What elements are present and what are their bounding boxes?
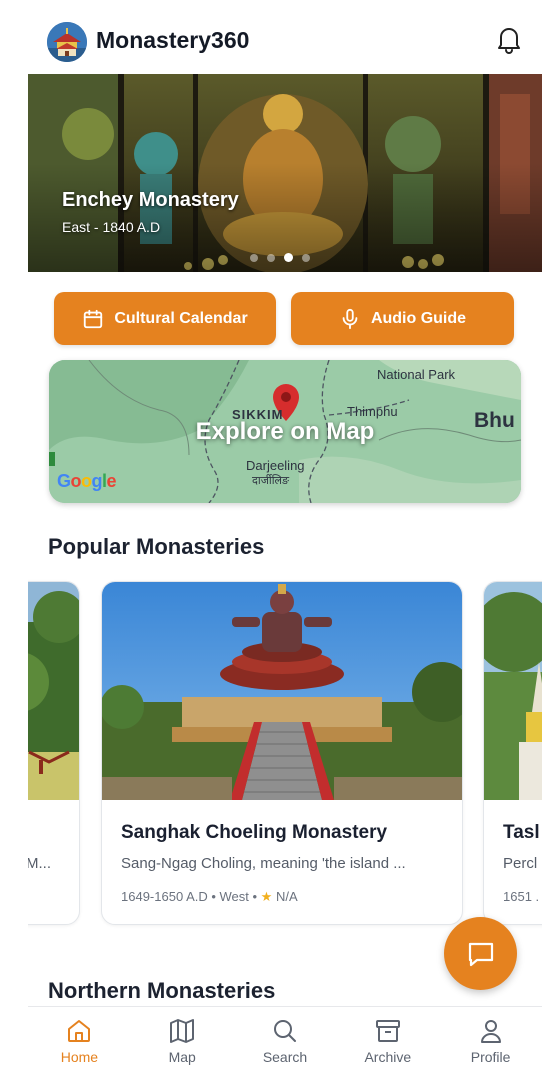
- cultural-calendar-label: Cultural Calendar: [114, 309, 248, 327]
- nav-label: Search: [262, 1049, 308, 1065]
- carousel-dot[interactable]: [302, 253, 310, 262]
- nav-label: Profile: [470, 1049, 511, 1065]
- nav-label: Home: [60, 1049, 99, 1065]
- nav-item-search[interactable]: Search: [234, 1007, 337, 1075]
- map-icon: [170, 1019, 195, 1043]
- nav-item-profile[interactable]: Profile: [439, 1007, 542, 1075]
- northern-monasteries-title: Northern Monasteries: [48, 978, 276, 1003]
- monastery-card[interactable]: M...: [28, 581, 80, 925]
- hero-subtitle: East - 1840 A.D: [62, 219, 161, 235]
- calendar-icon: [84, 309, 103, 328]
- audio-guide-label: Audio Guide: [370, 309, 467, 327]
- nav-label: Archive: [364, 1049, 412, 1065]
- google-logo: Google: [57, 471, 117, 491]
- monastery-logo: [47, 22, 87, 62]
- monastery-card-desc: Percl: [503, 855, 538, 872]
- nav-item-map[interactable]: Map: [131, 1007, 234, 1075]
- app-header: Monastery360: [28, 6, 542, 74]
- nav-label: Map: [168, 1049, 196, 1065]
- carousel-dot[interactable]: [250, 253, 258, 262]
- map-label-national-park: National Park: [377, 367, 456, 382]
- nav-item-archive[interactable]: Archive: [336, 1007, 439, 1075]
- cultural-calendar-button[interactable]: Cultural Calendar: [54, 292, 276, 345]
- chat-bubble-icon: [468, 942, 493, 966]
- monastery-card-meta: 1649-1650 A.D • West • ★ N/A: [121, 889, 298, 905]
- profile-icon: [480, 1020, 501, 1043]
- audio-guide-button[interactable]: Audio Guide: [291, 292, 514, 345]
- monastery-card-image: [28, 582, 79, 800]
- monastery-card-name: Sanghak Choeling Monastery: [121, 822, 388, 843]
- monastery-card-name: Tasl: [503, 822, 540, 843]
- app-screen: Monastery360 Enchey Monastery East - 184…: [28, 6, 542, 1075]
- home-icon: [68, 1020, 91, 1042]
- popular-monasteries-title: Popular Monasteries: [48, 534, 265, 559]
- microphone-icon: [342, 308, 358, 329]
- hero-title: Enchey Monastery: [62, 189, 239, 211]
- monastery-card-image: [102, 582, 462, 800]
- monastery-card[interactable]: Sanghak Choeling Monastery Sang-Ngag Cho…: [101, 581, 463, 925]
- explore-map-card[interactable]: National Park SIKKIM Thimphu Bhu Darjeel…: [49, 360, 521, 503]
- map-label-darjeeling: Darjeeling: [246, 458, 305, 473]
- star-icon: ★: [260, 889, 273, 904]
- meta-text: 1649-1650 A.D • West •: [121, 889, 261, 904]
- app-title: Monastery360: [96, 27, 250, 53]
- bell-icon[interactable]: [496, 26, 522, 54]
- bottom-nav: Home Map Search Archive Profile: [28, 1006, 542, 1075]
- hero-image: [28, 74, 542, 272]
- rating-value: N/A: [275, 889, 298, 904]
- carousel-dots: [250, 253, 310, 262]
- search-icon: [273, 1020, 296, 1042]
- map-label-darjeeling-hindi: दार्जीलिङ: [252, 475, 290, 487]
- monastery-card[interactable]: Tasl Percl 1651 .: [483, 581, 542, 925]
- nav-item-home[interactable]: Home: [28, 1007, 131, 1075]
- monastery-card-desc: M...: [28, 855, 51, 872]
- carousel-dot-active[interactable]: [284, 253, 293, 262]
- monastery-card-desc: Sang-Ngag Choling, meaning 'the island .…: [121, 855, 406, 872]
- chat-button[interactable]: [444, 917, 517, 990]
- monastery-card-image: [484, 582, 542, 800]
- map-label-thimphu: Thimphu: [347, 404, 398, 419]
- hero-carousel[interactable]: Enchey Monastery East - 1840 A.D: [28, 74, 542, 272]
- archive-icon: [375, 1020, 400, 1042]
- carousel-dot[interactable]: [267, 253, 275, 262]
- monastery-card-meta: 1651 .: [503, 889, 540, 904]
- explore-on-map-label: Explore on Map: [195, 418, 375, 445]
